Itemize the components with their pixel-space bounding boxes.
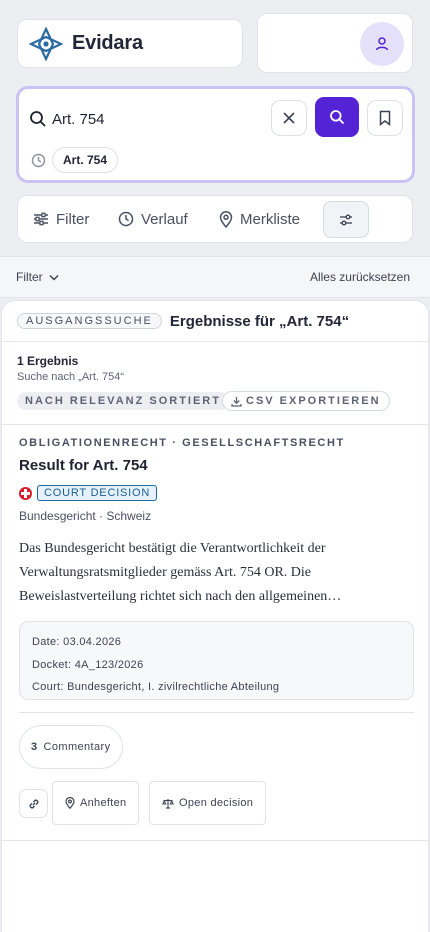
results-panel: AUSGANGSSUCHE Ergebnisse für „Art. 754“ … (1, 300, 429, 932)
result-date: Date: 03.04.2026 (32, 636, 122, 648)
result-title[interactable]: Result for Art. 754 (19, 457, 148, 474)
result-card: OBLIGATIONENRECHT · GESELLSCHAFTSRECHT R… (2, 425, 428, 841)
recent-search-chip[interactable]: Art. 754 (52, 147, 119, 173)
brand-name: Evidara (72, 32, 143, 54)
results-title: Ergebnisse für „Art. 754“ (169, 312, 350, 330)
search-toolbar: Filter Verlauf Merkliste (17, 195, 413, 243)
clear-search-button[interactable] (271, 100, 307, 136)
settings-sliders-icon (340, 214, 352, 225)
open-decision-button[interactable]: Open decision (149, 781, 267, 825)
commentary-count: 3 (31, 741, 38, 753)
pin-icon (219, 210, 233, 228)
search-icon (30, 111, 46, 127)
clock-icon (118, 211, 134, 227)
copy-link-button[interactable] (19, 789, 48, 818)
result-excerpt: Das Bundesgericht bestätigt die Verantwo… (19, 541, 342, 604)
csv-export-label: CSV EXPORTIEREN (246, 395, 381, 407)
result-docket: Docket: 4A_123/2026 (32, 658, 144, 671)
toolbar-watchlist-button[interactable]: Merkliste (219, 196, 300, 242)
evidara-logo-icon (29, 26, 63, 61)
user-icon (375, 37, 389, 51)
pin-icon (65, 797, 75, 809)
csv-export-button[interactable]: CSV EXPORTIEREN (222, 391, 390, 411)
save-search-button[interactable] (367, 100, 403, 136)
origin-search-tag: AUSGANGSSUCHE (17, 313, 162, 329)
search-panel: Art. 754 (16, 86, 415, 183)
sliders-icon (34, 212, 48, 226)
reset-all-link[interactable]: Alles zurücksetzen (310, 270, 410, 284)
open-decision-label: Open decision (179, 797, 254, 809)
user-avatar-button[interactable] (360, 22, 404, 66)
result-divider (19, 712, 414, 713)
filter-dropdown-label: Filter (16, 270, 43, 284)
results-count: 1 Ergebnis (17, 354, 79, 368)
search-icon (330, 110, 345, 125)
result-court: Bundesgericht · Schweiz (19, 509, 152, 523)
filter-bar: Filter Alles zurücksetzen (0, 256, 430, 298)
toolbar-settings-button[interactable] (323, 201, 369, 238)
pin-label: Anheften (80, 797, 127, 809)
toolbar-filter-button[interactable]: Filter (33, 196, 89, 242)
swiss-flag-icon (19, 486, 32, 500)
user-card (257, 13, 413, 73)
toolbar-history-label: Verlauf (141, 210, 188, 228)
toolbar-watchlist-label: Merkliste (240, 210, 301, 228)
toolbar-filter-label: Filter (56, 210, 90, 228)
filter-dropdown-toggle[interactable]: Filter (16, 270, 59, 284)
recent-searches: Art. 754 (31, 147, 119, 173)
submit-search-button[interactable] (315, 97, 359, 137)
scales-icon (162, 798, 174, 809)
result-breadcrumb: OBLIGATIONENRECHT · GESELLSCHAFTSRECHT (19, 437, 345, 449)
clock-icon (31, 153, 46, 167)
commentary-label: Commentary (43, 741, 111, 753)
result-court-detail: Court: Bundesgericht, I. zivilrechtliche… (32, 681, 280, 693)
link-icon (28, 798, 39, 809)
results-summary: 1 Ergebnis Suche nach „Art. 754“ NACH RE… (2, 342, 428, 425)
top-section: Evidara Art. 754 Art. 754 Filter Verlauf… (0, 0, 430, 256)
toolbar-history-button[interactable]: Verlauf (118, 196, 188, 242)
results-query: Suche nach „Art. 754“ (17, 371, 125, 383)
close-icon (283, 112, 295, 124)
pin-button[interactable]: Anheften (52, 781, 140, 825)
brand-header[interactable]: Evidara (17, 19, 243, 68)
commentary-button[interactable]: 3 Commentary (19, 725, 123, 769)
chevron-down-icon (49, 274, 59, 281)
bookmark-icon (379, 110, 391, 126)
result-type-row: COURT DECISION (19, 485, 158, 501)
results-header: AUSGANGSSUCHE Ergebnisse für „Art. 754“ (2, 301, 428, 342)
result-metadata: Date: 03.04.2026 Docket: 4A_123/2026 Cou… (19, 621, 414, 700)
sort-badge[interactable]: NACH RELEVANZ SORTIERT (17, 392, 229, 410)
result-type-badge: COURT DECISION (37, 485, 158, 501)
search-input[interactable] (52, 105, 262, 133)
download-icon (231, 396, 242, 407)
